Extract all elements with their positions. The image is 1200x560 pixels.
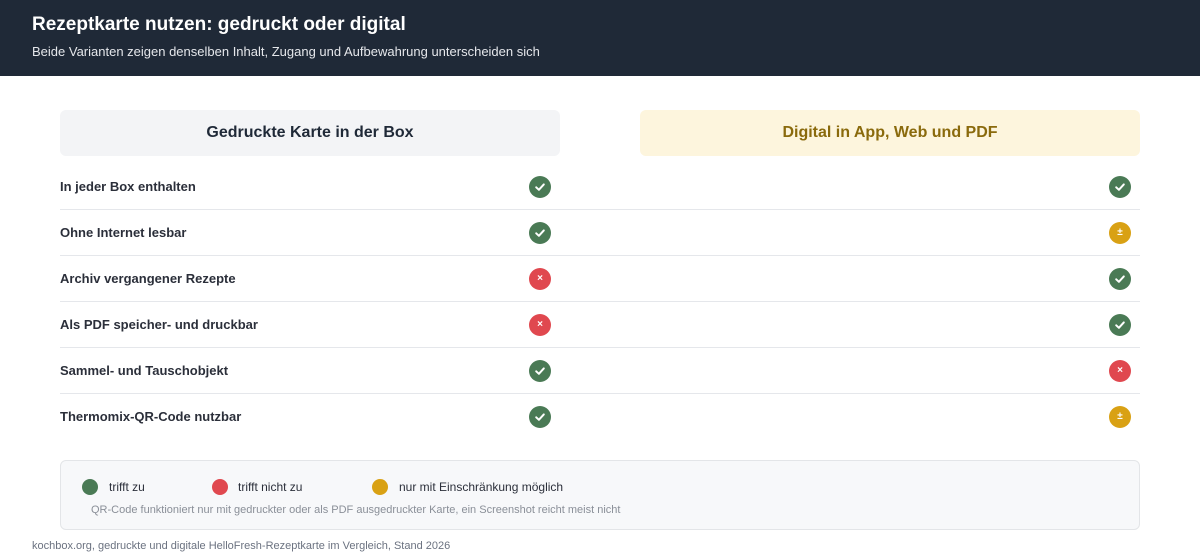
check-icon bbox=[529, 360, 551, 382]
comparison-table: In jeder Box enthalten Ohne Internet lesb… bbox=[60, 164, 1140, 440]
page-title: Rezeptkarte nutzen: gedruckt oder digita… bbox=[32, 14, 406, 35]
legend-yes-label: trifft zu bbox=[109, 480, 145, 494]
table-row: Sammel- und Tauschobjekt × bbox=[60, 348, 1140, 394]
column-header-digital: Digital in App, Web und PDF bbox=[640, 110, 1140, 156]
row-label: Als PDF speicher- und druckbar bbox=[60, 317, 258, 332]
row-label: Ohne Internet lesbar bbox=[60, 225, 187, 240]
check-icon bbox=[529, 406, 551, 428]
table-row: In jeder Box enthalten bbox=[60, 164, 1140, 210]
plus-minus-icon: ± bbox=[1109, 222, 1131, 244]
check-icon bbox=[1109, 268, 1131, 290]
check-icon bbox=[529, 176, 551, 198]
header: Rezeptkarte nutzen: gedruckt oder digita… bbox=[0, 0, 1200, 76]
cross-icon: × bbox=[1109, 360, 1131, 382]
check-icon bbox=[529, 222, 551, 244]
column-header-print: Gedruckte Karte in der Box bbox=[60, 110, 560, 156]
row-label: Sammel- und Tauschobjekt bbox=[60, 363, 229, 378]
cross-icon: × bbox=[529, 268, 551, 290]
legend-no-dot bbox=[212, 479, 228, 495]
legend-partial-dot bbox=[372, 479, 388, 495]
plus-minus-icon: ± bbox=[1109, 406, 1131, 428]
table-row: Ohne Internet lesbar ± bbox=[60, 210, 1140, 256]
legend-partial-label: nur mit Einschränkung möglich bbox=[399, 480, 564, 494]
page-subtitle: Beide Varianten zeigen denselben Inhalt,… bbox=[32, 44, 540, 59]
check-icon bbox=[1109, 176, 1131, 198]
check-icon bbox=[1109, 314, 1131, 336]
row-label: Archiv vergangener Rezepte bbox=[60, 271, 236, 286]
source-footer: kochbox.org, gedruckte und digitale Hell… bbox=[32, 540, 451, 552]
table-row: Archiv vergangener Rezepte × bbox=[60, 256, 1140, 302]
row-label: Thermomix-QR-Code nutzbar bbox=[60, 409, 242, 424]
legend-yes-dot bbox=[82, 479, 98, 495]
legend-note: QR-Code funktioniert nur mit gedruckter … bbox=[91, 504, 621, 516]
legend: trifft zu trifft nicht zu nur mit Einsch… bbox=[60, 460, 1140, 530]
table-row: Thermomix-QR-Code nutzbar ± bbox=[60, 394, 1140, 440]
legend-no-label: trifft nicht zu bbox=[238, 480, 303, 494]
cross-icon: × bbox=[529, 314, 551, 336]
row-label: In jeder Box enthalten bbox=[60, 179, 196, 194]
table-row: Als PDF speicher- und druckbar × bbox=[60, 302, 1140, 348]
